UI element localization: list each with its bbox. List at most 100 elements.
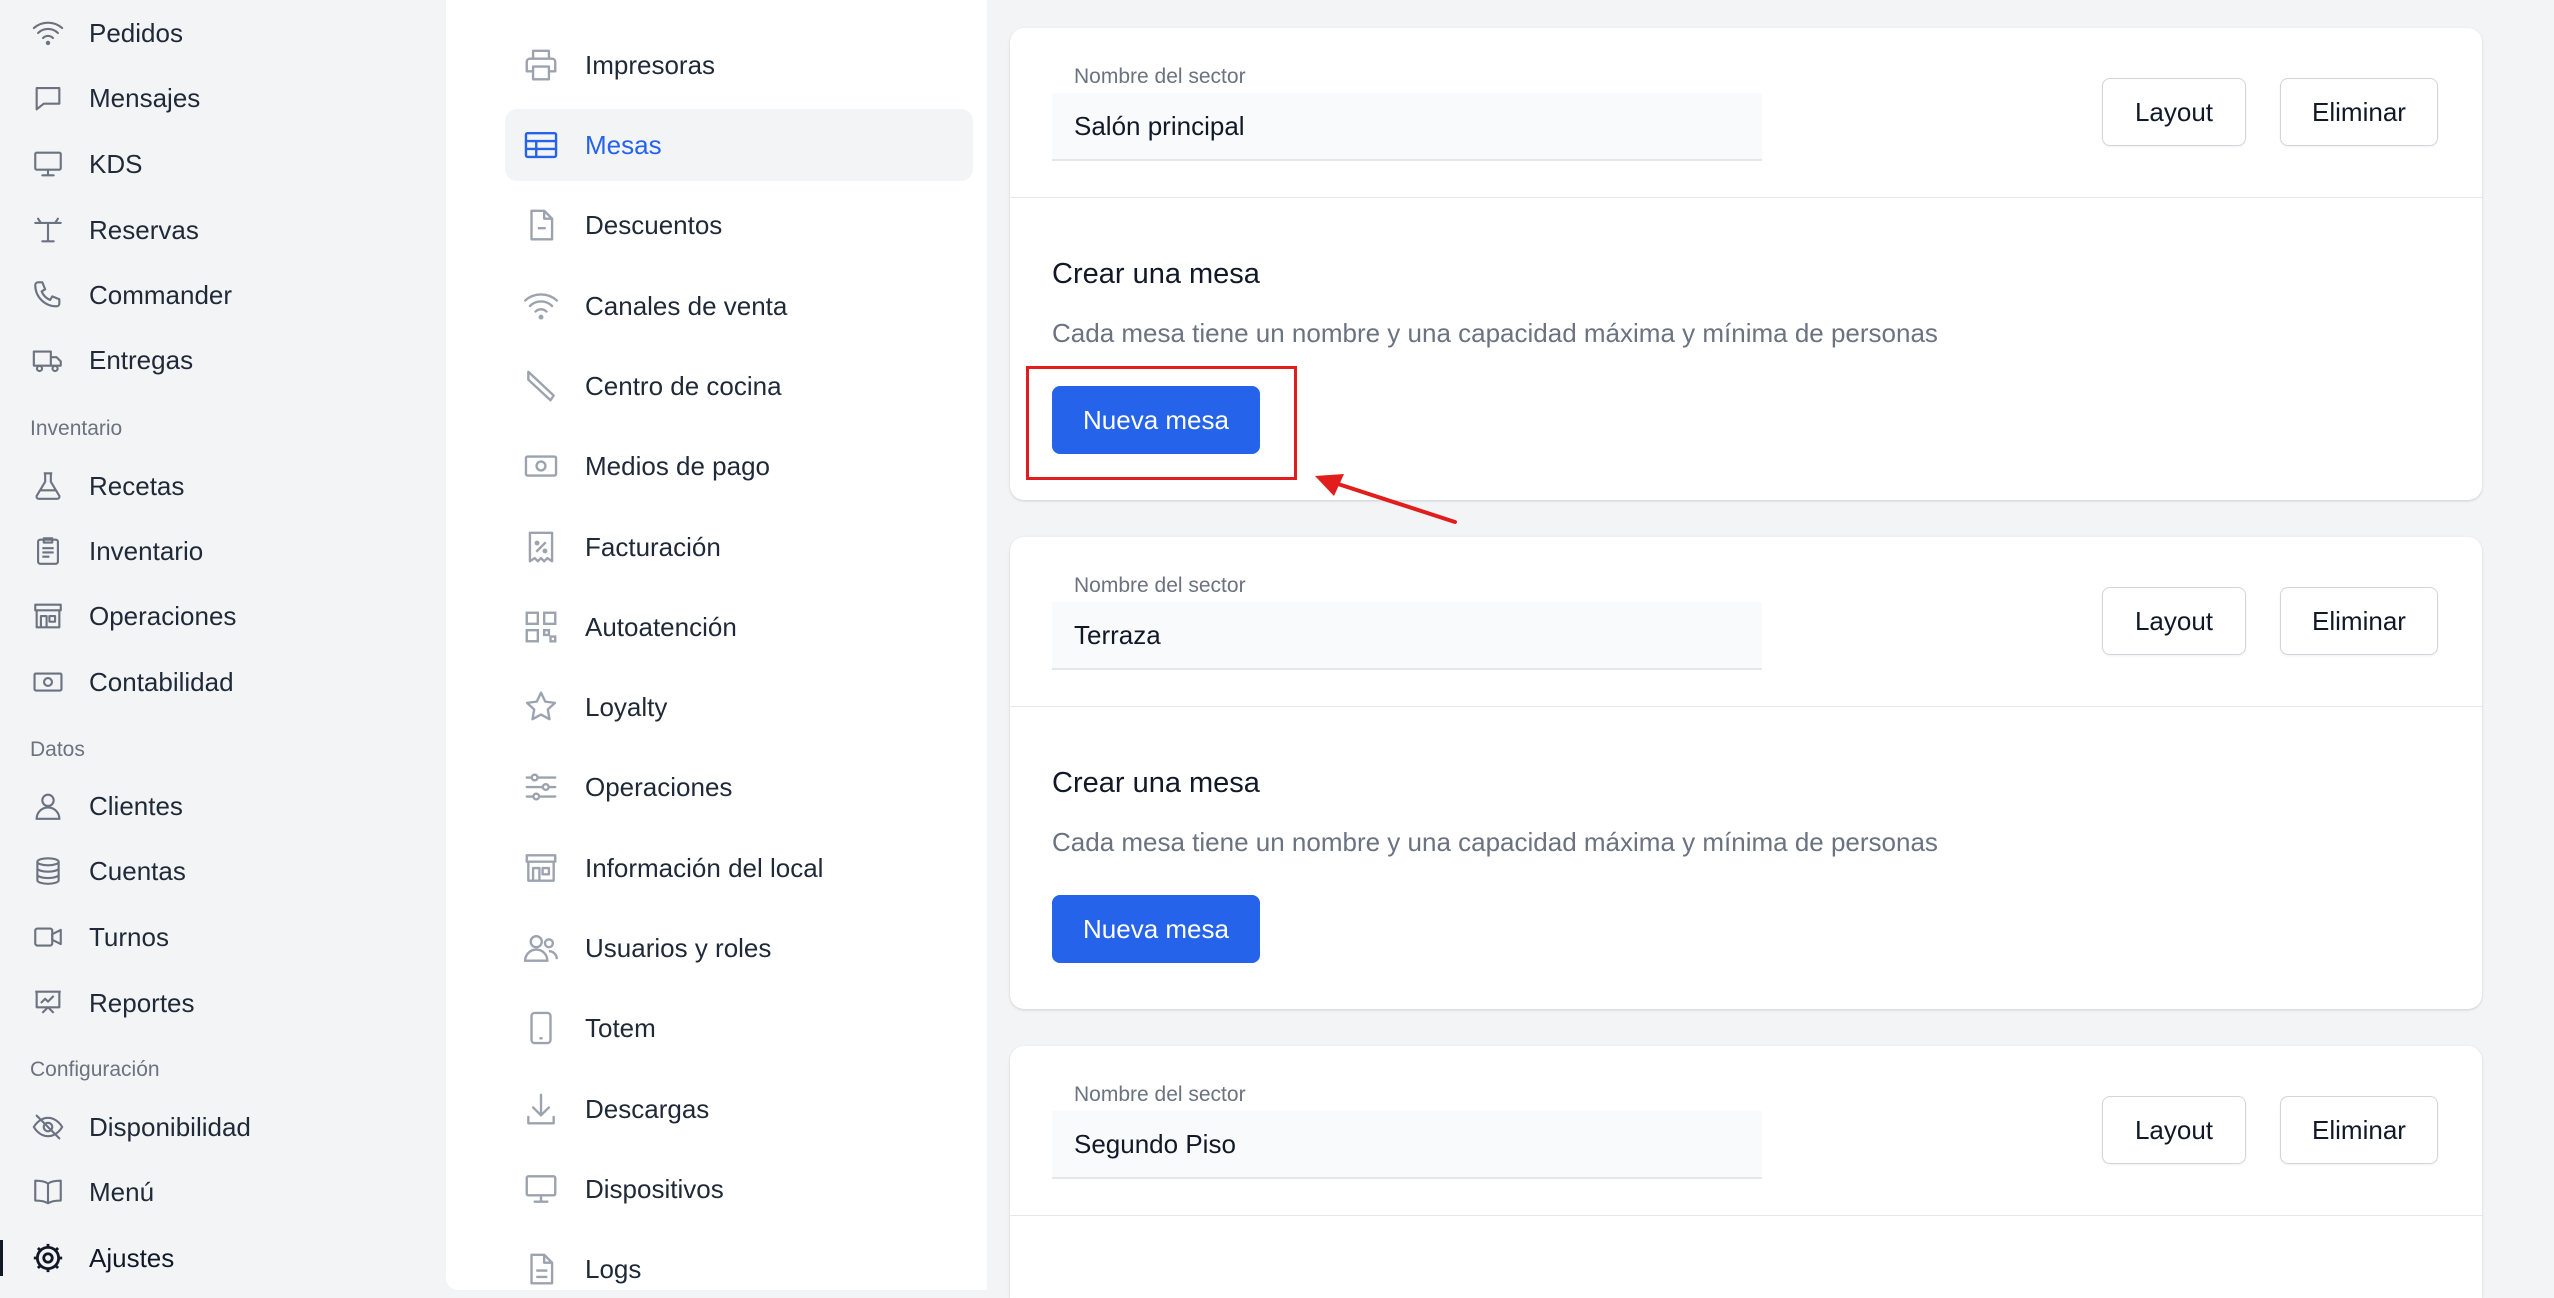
sidebar-item-cuentas[interactable]: Cuentas — [30, 843, 430, 899]
layout-button[interactable]: Layout — [2102, 78, 2246, 146]
settings-nav-label: Facturación — [585, 531, 721, 562]
settings-nav-label: Canales de venta — [585, 290, 788, 321]
section-title-datos: Datos — [30, 738, 85, 761]
sidebar-item-kds[interactable]: KDS — [30, 136, 430, 192]
settings-nav-centro-cocina[interactable]: Centro de cocina — [505, 350, 973, 422]
sidebar-item-reportes[interactable]: Reportes — [30, 975, 430, 1031]
delete-sector-button[interactable]: Eliminar — [2280, 78, 2438, 146]
settings-nav-canales[interactable]: Canales de venta — [505, 270, 973, 342]
sector-name-label: Nombre del sector — [1074, 65, 1246, 88]
create-table-section: Crear una mesa Cada mesa tiene un nombre… — [1010, 198, 2482, 498]
sector-card: Nombre del sector Layout Eliminar Crear … — [1010, 28, 2482, 500]
new-table-button[interactable]: Nueva mesa — [1052, 386, 1260, 454]
new-table-button[interactable]: Nueva mesa — [1052, 895, 1260, 963]
settings-nav-facturacion[interactable]: Facturación — [505, 511, 973, 583]
sidebar-item-label: Recetas — [89, 470, 185, 501]
settings-nav-logs[interactable]: Logs — [505, 1233, 973, 1298]
sector-card: Nombre del sector Layout Eliminar Crear … — [1010, 537, 2482, 1009]
settings-nav-operaciones[interactable]: Operaciones — [505, 751, 973, 823]
sidebar-item-turnos[interactable]: Turnos — [30, 909, 430, 965]
sidebar-item-entregas[interactable]: Entregas — [30, 332, 430, 388]
settings-nav-label: Dispositivos — [585, 1173, 724, 1204]
section-title-inventario: Inventario — [30, 417, 123, 440]
sector-name-input[interactable] — [1052, 1111, 1762, 1179]
tablet-icon — [521, 1008, 561, 1048]
computer-icon — [521, 1169, 561, 1209]
sidebar-item-contabilidad[interactable]: Contabilidad — [30, 654, 430, 710]
adjustments-icon — [521, 767, 561, 807]
document-icon — [521, 205, 561, 245]
settings-nav-label: Loyalty — [585, 691, 668, 722]
qr-code-icon — [521, 607, 561, 647]
settings-nav-autoatencion[interactable]: Autoatención — [505, 591, 973, 663]
chat-bubble-icon — [30, 80, 66, 116]
sidebar-item-menu[interactable]: Menú — [30, 1164, 430, 1220]
storefront-icon — [521, 848, 561, 888]
delete-sector-button[interactable]: Eliminar — [2280, 587, 2438, 655]
sector-header: Nombre del sector Layout Eliminar — [1010, 537, 2482, 707]
annotation-arrow-icon — [1315, 474, 1457, 524]
sidebar-item-pedidos[interactable]: Pedidos — [30, 5, 430, 61]
sector-header: Nombre del sector Layout Eliminar — [1010, 28, 2482, 198]
sidebar-item-label: Pedidos — [89, 17, 183, 48]
settings-nav-label: Totem — [585, 1012, 656, 1043]
settings-nav-label: Operaciones — [585, 771, 733, 802]
sidebar-item-commander[interactable]: Commander — [30, 267, 430, 323]
settings-nav-totem[interactable]: Totem — [505, 992, 973, 1064]
window-edge — [2536, 0, 2554, 1298]
sidebar-item-operaciones[interactable]: Operaciones — [30, 588, 430, 644]
knife-icon — [521, 366, 561, 406]
sidebar-item-label: Cuentas — [89, 855, 186, 886]
sidebar-item-label: Disponibilidad — [89, 1111, 251, 1142]
sector-name-input[interactable] — [1052, 93, 1762, 161]
eye-slash-icon — [30, 1109, 66, 1145]
download-icon — [521, 1089, 561, 1129]
sector-name-label: Nombre del sector — [1074, 574, 1246, 597]
create-table-section: Crear una mesa Cada mesa tiene un nombre… — [1010, 707, 2482, 1007]
active-indicator — [0, 1240, 3, 1276]
phone-icon — [30, 277, 66, 313]
settings-nav-medios-pago[interactable]: Medios de pago — [505, 430, 973, 502]
sidebar-item-mensajes[interactable]: Mensajes — [30, 70, 430, 126]
receipt-percent-icon — [521, 527, 561, 567]
settings-nav-loyalty[interactable]: Loyalty — [505, 671, 973, 743]
settings-nav-impresoras[interactable]: Impresoras — [505, 29, 973, 101]
wifi-icon — [30, 15, 66, 51]
sidebar-item-inventario[interactable]: Inventario — [30, 523, 430, 579]
video-camera-icon — [30, 919, 66, 955]
sidebar-item-ajustes[interactable]: Ajustes — [30, 1230, 430, 1286]
settings-nav-usuarios[interactable]: Usuarios y roles — [505, 912, 973, 984]
sector-header: Nombre del sector Layout Eliminar — [1010, 1046, 2482, 1216]
settings-nav-label: Información del local — [585, 852, 824, 883]
settings-nav-descuentos[interactable]: Descuentos — [505, 189, 973, 261]
presentation-chart-icon — [30, 985, 66, 1021]
user-icon — [30, 788, 66, 824]
settings-nav-descargas[interactable]: Descargas — [505, 1073, 973, 1145]
settings-nav-info-local[interactable]: Información del local — [505, 832, 973, 904]
sidebar-item-label: Turnos — [89, 921, 169, 952]
table-reserve-icon — [30, 212, 66, 248]
star-icon — [521, 687, 561, 727]
flask-icon — [30, 468, 66, 504]
create-table-description: Cada mesa tiene un nombre y una capacida… — [1052, 827, 1938, 857]
layout-button[interactable]: Layout — [2102, 587, 2246, 655]
monitor-icon — [30, 146, 66, 182]
sidebar-item-recetas[interactable]: Recetas — [30, 458, 430, 514]
settings-nav-dispositivos[interactable]: Dispositivos — [505, 1153, 973, 1225]
settings-nav-mesas[interactable]: Mesas — [505, 109, 973, 181]
cash-icon — [30, 664, 66, 700]
table-icon — [521, 125, 561, 165]
sidebar-item-label: Commander — [89, 279, 233, 310]
sector-name-input[interactable] — [1052, 602, 1762, 670]
sidebar-item-label: Mensajes — [89, 82, 201, 113]
create-table-title: Crear una mesa — [1052, 767, 1260, 799]
sidebar-item-label: KDS — [89, 148, 143, 179]
sidebar-item-reservas[interactable]: Reservas — [30, 202, 430, 258]
delete-sector-button[interactable]: Eliminar — [2280, 1096, 2438, 1164]
sidebar-item-disponibilidad[interactable]: Disponibilidad — [30, 1099, 430, 1155]
settings-nav-label: Autoatención — [585, 611, 737, 642]
layout-button[interactable]: Layout — [2102, 1096, 2246, 1164]
document-text-icon — [521, 1249, 561, 1289]
sidebar-item-label: Reportes — [89, 987, 195, 1018]
sidebar-item-clientes[interactable]: Clientes — [30, 778, 430, 834]
